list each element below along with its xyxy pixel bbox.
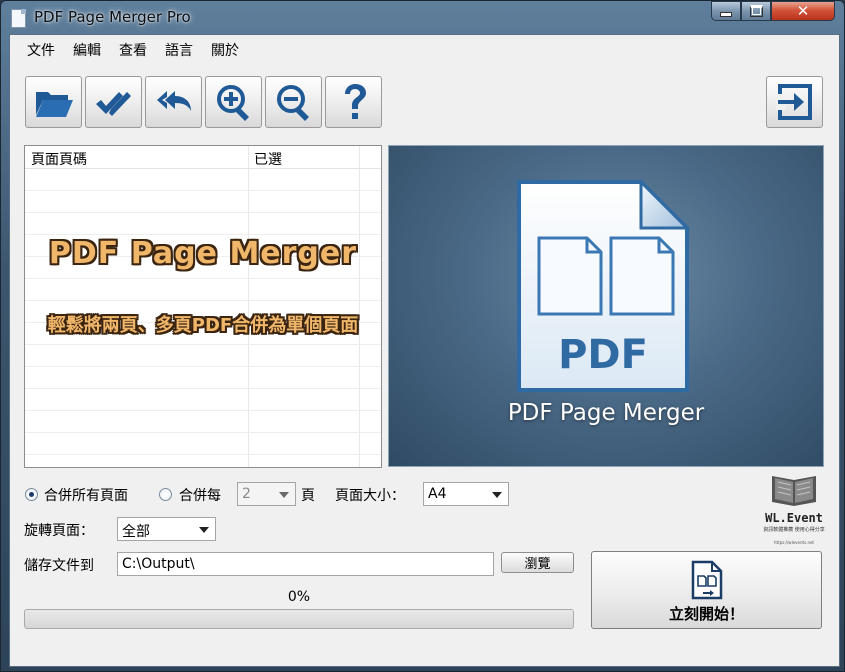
app-icon	[11, 9, 26, 28]
page-size-label: 頁面大小：	[335, 488, 405, 504]
pdf-badge: PDF	[558, 332, 648, 378]
browse-button[interactable]: 瀏覽	[501, 552, 574, 573]
close-button[interactable]: ✕	[771, 1, 835, 21]
output-path-input[interactable]: C:\Output\	[117, 552, 494, 576]
close-icon: ✕	[796, 2, 810, 20]
undo-all-icon	[156, 91, 191, 111]
zoom-out-icon	[276, 85, 309, 121]
merge-all-radio[interactable]	[25, 488, 38, 501]
row-gridline	[25, 300, 381, 301]
menu-view[interactable]: 查看	[110, 41, 156, 61]
save-to-label: 儲存文件到	[24, 558, 94, 574]
maximize-icon	[749, 5, 763, 17]
page-size-value: A4	[428, 486, 447, 502]
rotate-label: 旋轉頁面：	[24, 523, 94, 539]
progress-bar	[24, 609, 574, 629]
merge-document-icon	[691, 560, 723, 600]
exit-button[interactable]	[766, 76, 823, 128]
chevron-down-icon	[492, 492, 502, 498]
wl-url: https://wlevents.net	[773, 540, 815, 545]
list-header: 頁面頁碼 已選	[25, 146, 381, 169]
client-area: 文件 編輯 查看 語言 關於 頁面頁碼 已選 PDF Page Merger 輕…	[9, 34, 840, 667]
minimize-icon	[720, 11, 732, 17]
pdf-document-icon: PDF	[517, 178, 691, 392]
start-label: 立刻開始！	[668, 605, 744, 623]
progress-percent: 0%	[287, 589, 311, 605]
undo-all-button[interactable]	[145, 76, 202, 128]
menu-about[interactable]: 關於	[202, 41, 248, 61]
help-button[interactable]	[325, 76, 382, 128]
start-button[interactable]: 立刻開始！	[591, 551, 822, 629]
chevron-down-icon	[199, 527, 209, 533]
row-gridline	[25, 366, 381, 367]
row-gridline	[25, 234, 381, 235]
row-gridline	[25, 432, 381, 433]
merge-every-value: 2	[242, 486, 251, 502]
row-gridline	[25, 344, 381, 345]
promo-title: PDF Page Merger	[48, 236, 358, 271]
merge-every-label[interactable]: 合併每	[179, 485, 221, 505]
wl-brand: WL.Event	[765, 511, 823, 525]
preview-caption: PDF Page Merger	[507, 400, 705, 426]
rotate-value: 全部	[122, 524, 150, 540]
column-selected[interactable]: 已選	[254, 149, 282, 169]
row-gridline	[25, 410, 381, 411]
row-gridline	[25, 190, 381, 191]
menu-edit[interactable]: 編輯	[64, 41, 110, 61]
help-icon	[344, 84, 366, 119]
column-page-number[interactable]: 頁面頁碼	[31, 149, 87, 169]
merge-every-select[interactable]: 2	[237, 482, 296, 506]
folder-open-icon	[35, 92, 73, 117]
rotate-select[interactable]: 全部	[117, 517, 216, 541]
row-gridline	[25, 388, 381, 389]
wl-event-logo: WL.Event 資訊軟體推薦 使用心得分享 https://wlevents.…	[754, 470, 834, 550]
menu-file[interactable]: 文件	[18, 41, 64, 61]
merge-all-label[interactable]: 合併所有頁面	[44, 485, 128, 505]
page-list[interactable]: 頁面頁碼 已選 PDF Page Merger 輕鬆將兩頁、多頁PDF合併為單個…	[24, 145, 382, 468]
zoom-out-button[interactable]	[265, 76, 322, 128]
column-divider	[359, 146, 360, 467]
book-icon	[772, 476, 816, 506]
maximize-button[interactable]	[741, 1, 771, 21]
exit-icon	[775, 84, 812, 120]
wl-tagline: 資訊軟體推薦 使用心得分享	[763, 527, 825, 533]
pages-unit-label: 頁	[301, 488, 315, 504]
check-all-icon	[95, 92, 131, 116]
page-size-select[interactable]: A4	[423, 482, 509, 506]
menu-bar: 文件 編輯 查看 語言 關於	[10, 35, 839, 67]
zoom-in-button[interactable]	[205, 76, 262, 128]
menu-language[interactable]: 語言	[156, 41, 202, 61]
chevron-down-icon	[279, 492, 289, 498]
title-bar[interactable]: PDF Page Merger Pro ✕	[1, 1, 844, 34]
open-button[interactable]	[25, 76, 82, 128]
app-window: PDF Page Merger Pro ✕ 文件 編輯 查看 語言 關於 頁面頁…	[0, 0, 845, 672]
promo-subtitle: 輕鬆將兩頁、多頁PDF合併為單個頁面	[47, 315, 359, 336]
preview-panel: PDF PDF Page Merger	[388, 145, 824, 467]
minimize-button[interactable]	[711, 1, 741, 21]
window-controls: ✕	[711, 1, 835, 23]
column-divider	[248, 146, 249, 467]
row-gridline	[25, 212, 381, 213]
window-title: PDF Page Merger Pro	[34, 8, 191, 26]
merge-every-radio[interactable]	[159, 488, 172, 501]
row-gridline	[25, 454, 381, 455]
zoom-in-icon	[216, 85, 249, 121]
select-all-button[interactable]	[85, 76, 142, 128]
row-gridline	[25, 278, 381, 279]
